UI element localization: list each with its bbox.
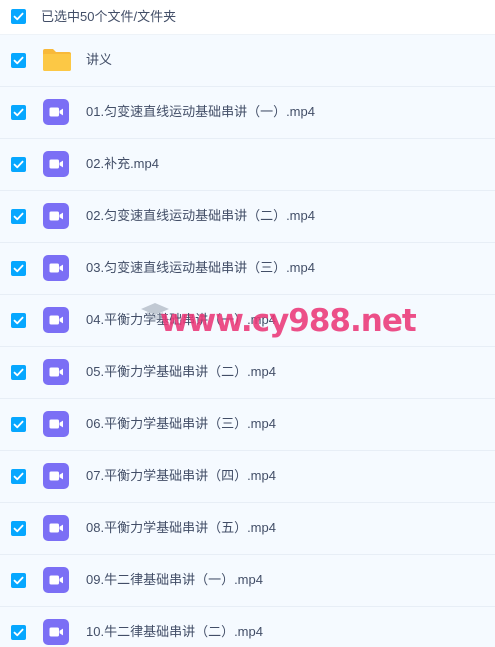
select-all-checkbox[interactable] <box>11 9 26 24</box>
file-row[interactable]: 05.平衡力学基础串讲（二）.mp4 <box>0 347 495 399</box>
row-checkbox[interactable] <box>11 157 26 172</box>
checkmark-icon <box>13 524 24 533</box>
file-name[interactable]: 07.平衡力学基础串讲（四）.mp4 <box>86 467 276 485</box>
checkmark-icon <box>13 472 24 481</box>
file-name[interactable]: 08.平衡力学基础串讲（五）.mp4 <box>86 519 276 537</box>
watermark-text: www.cy988.net <box>160 303 417 339</box>
file-list-panel: 已选中50个文件/文件夹 讲义 01.匀变速直线运动基础串讲（一）.mp4 02.补… <box>0 0 495 647</box>
file-row[interactable]: 08.平衡力学基础串讲（五）.mp4 <box>0 503 495 555</box>
checkmark-icon <box>13 420 24 429</box>
file-name[interactable]: 讲义 <box>86 51 112 69</box>
checkmark-icon <box>13 316 24 325</box>
video-file-icon <box>43 619 69 645</box>
file-name[interactable]: 03.匀变速直线运动基础串讲（三）.mp4 <box>86 259 315 277</box>
video-file-icon <box>43 307 69 333</box>
file-row[interactable]: 07.平衡力学基础串讲（四）.mp4 <box>0 451 495 503</box>
selection-header: 已选中50个文件/文件夹 <box>0 0 495 35</box>
file-name[interactable]: 02.匀变速直线运动基础串讲（二）.mp4 <box>86 207 315 225</box>
row-checkbox[interactable] <box>11 469 26 484</box>
checkmark-icon <box>13 264 24 273</box>
row-checkbox[interactable] <box>11 417 26 432</box>
row-checkbox[interactable] <box>11 313 26 328</box>
video-file-icon <box>43 411 69 437</box>
file-name[interactable]: 06.平衡力学基础串讲（三）.mp4 <box>86 415 276 433</box>
file-name[interactable]: 01.匀变速直线运动基础串讲（一）.mp4 <box>86 103 315 121</box>
file-row[interactable]: 01.匀变速直线运动基础串讲（一）.mp4 <box>0 87 495 139</box>
row-checkbox[interactable] <box>11 53 26 68</box>
file-name[interactable]: 02.补充.mp4 <box>86 155 159 173</box>
file-row[interactable]: 02.匀变速直线运动基础串讲（二）.mp4 <box>0 191 495 243</box>
file-row[interactable]: 02.补充.mp4 <box>0 139 495 191</box>
checkmark-icon <box>13 212 24 221</box>
watermark: www.cy988.net <box>140 300 417 346</box>
file-row[interactable]: 03.匀变速直线运动基础串讲（三）.mp4 <box>0 243 495 295</box>
checkmark-icon <box>13 12 24 21</box>
file-row[interactable]: 09.牛二律基础串讲（一）.mp4 <box>0 555 495 607</box>
video-file-icon <box>43 99 69 125</box>
row-checkbox[interactable] <box>11 573 26 588</box>
row-checkbox[interactable] <box>11 105 26 120</box>
checkmark-icon <box>13 368 24 377</box>
row-checkbox[interactable] <box>11 261 26 276</box>
video-file-icon <box>43 359 69 385</box>
video-file-icon <box>43 463 69 489</box>
row-checkbox[interactable] <box>11 365 26 380</box>
video-file-icon <box>43 151 69 177</box>
file-name[interactable]: 10.牛二律基础串讲（二）.mp4 <box>86 623 263 641</box>
folder-row[interactable]: 讲义 <box>0 35 495 87</box>
checkmark-icon <box>13 576 24 585</box>
file-name[interactable]: 09.牛二律基础串讲（一）.mp4 <box>86 571 263 589</box>
file-row[interactable]: 06.平衡力学基础串讲（三）.mp4 <box>0 399 495 451</box>
checkmark-icon <box>13 160 24 169</box>
video-file-icon <box>43 255 69 281</box>
video-file-icon <box>43 515 69 541</box>
folder-icon <box>42 48 72 72</box>
checkmark-icon <box>13 108 24 117</box>
file-name[interactable]: 05.平衡力学基础串讲（二）.mp4 <box>86 363 276 381</box>
video-file-icon <box>43 567 69 593</box>
row-checkbox[interactable] <box>11 625 26 640</box>
video-file-icon <box>43 203 69 229</box>
file-row[interactable]: 10.牛二律基础串讲（二）.mp4 <box>0 607 495 647</box>
row-checkbox[interactable] <box>11 209 26 224</box>
selection-count-label: 已选中50个文件/文件夹 <box>41 9 177 24</box>
row-checkbox[interactable] <box>11 521 26 536</box>
checkmark-icon <box>13 56 24 65</box>
checkmark-icon <box>13 628 24 637</box>
